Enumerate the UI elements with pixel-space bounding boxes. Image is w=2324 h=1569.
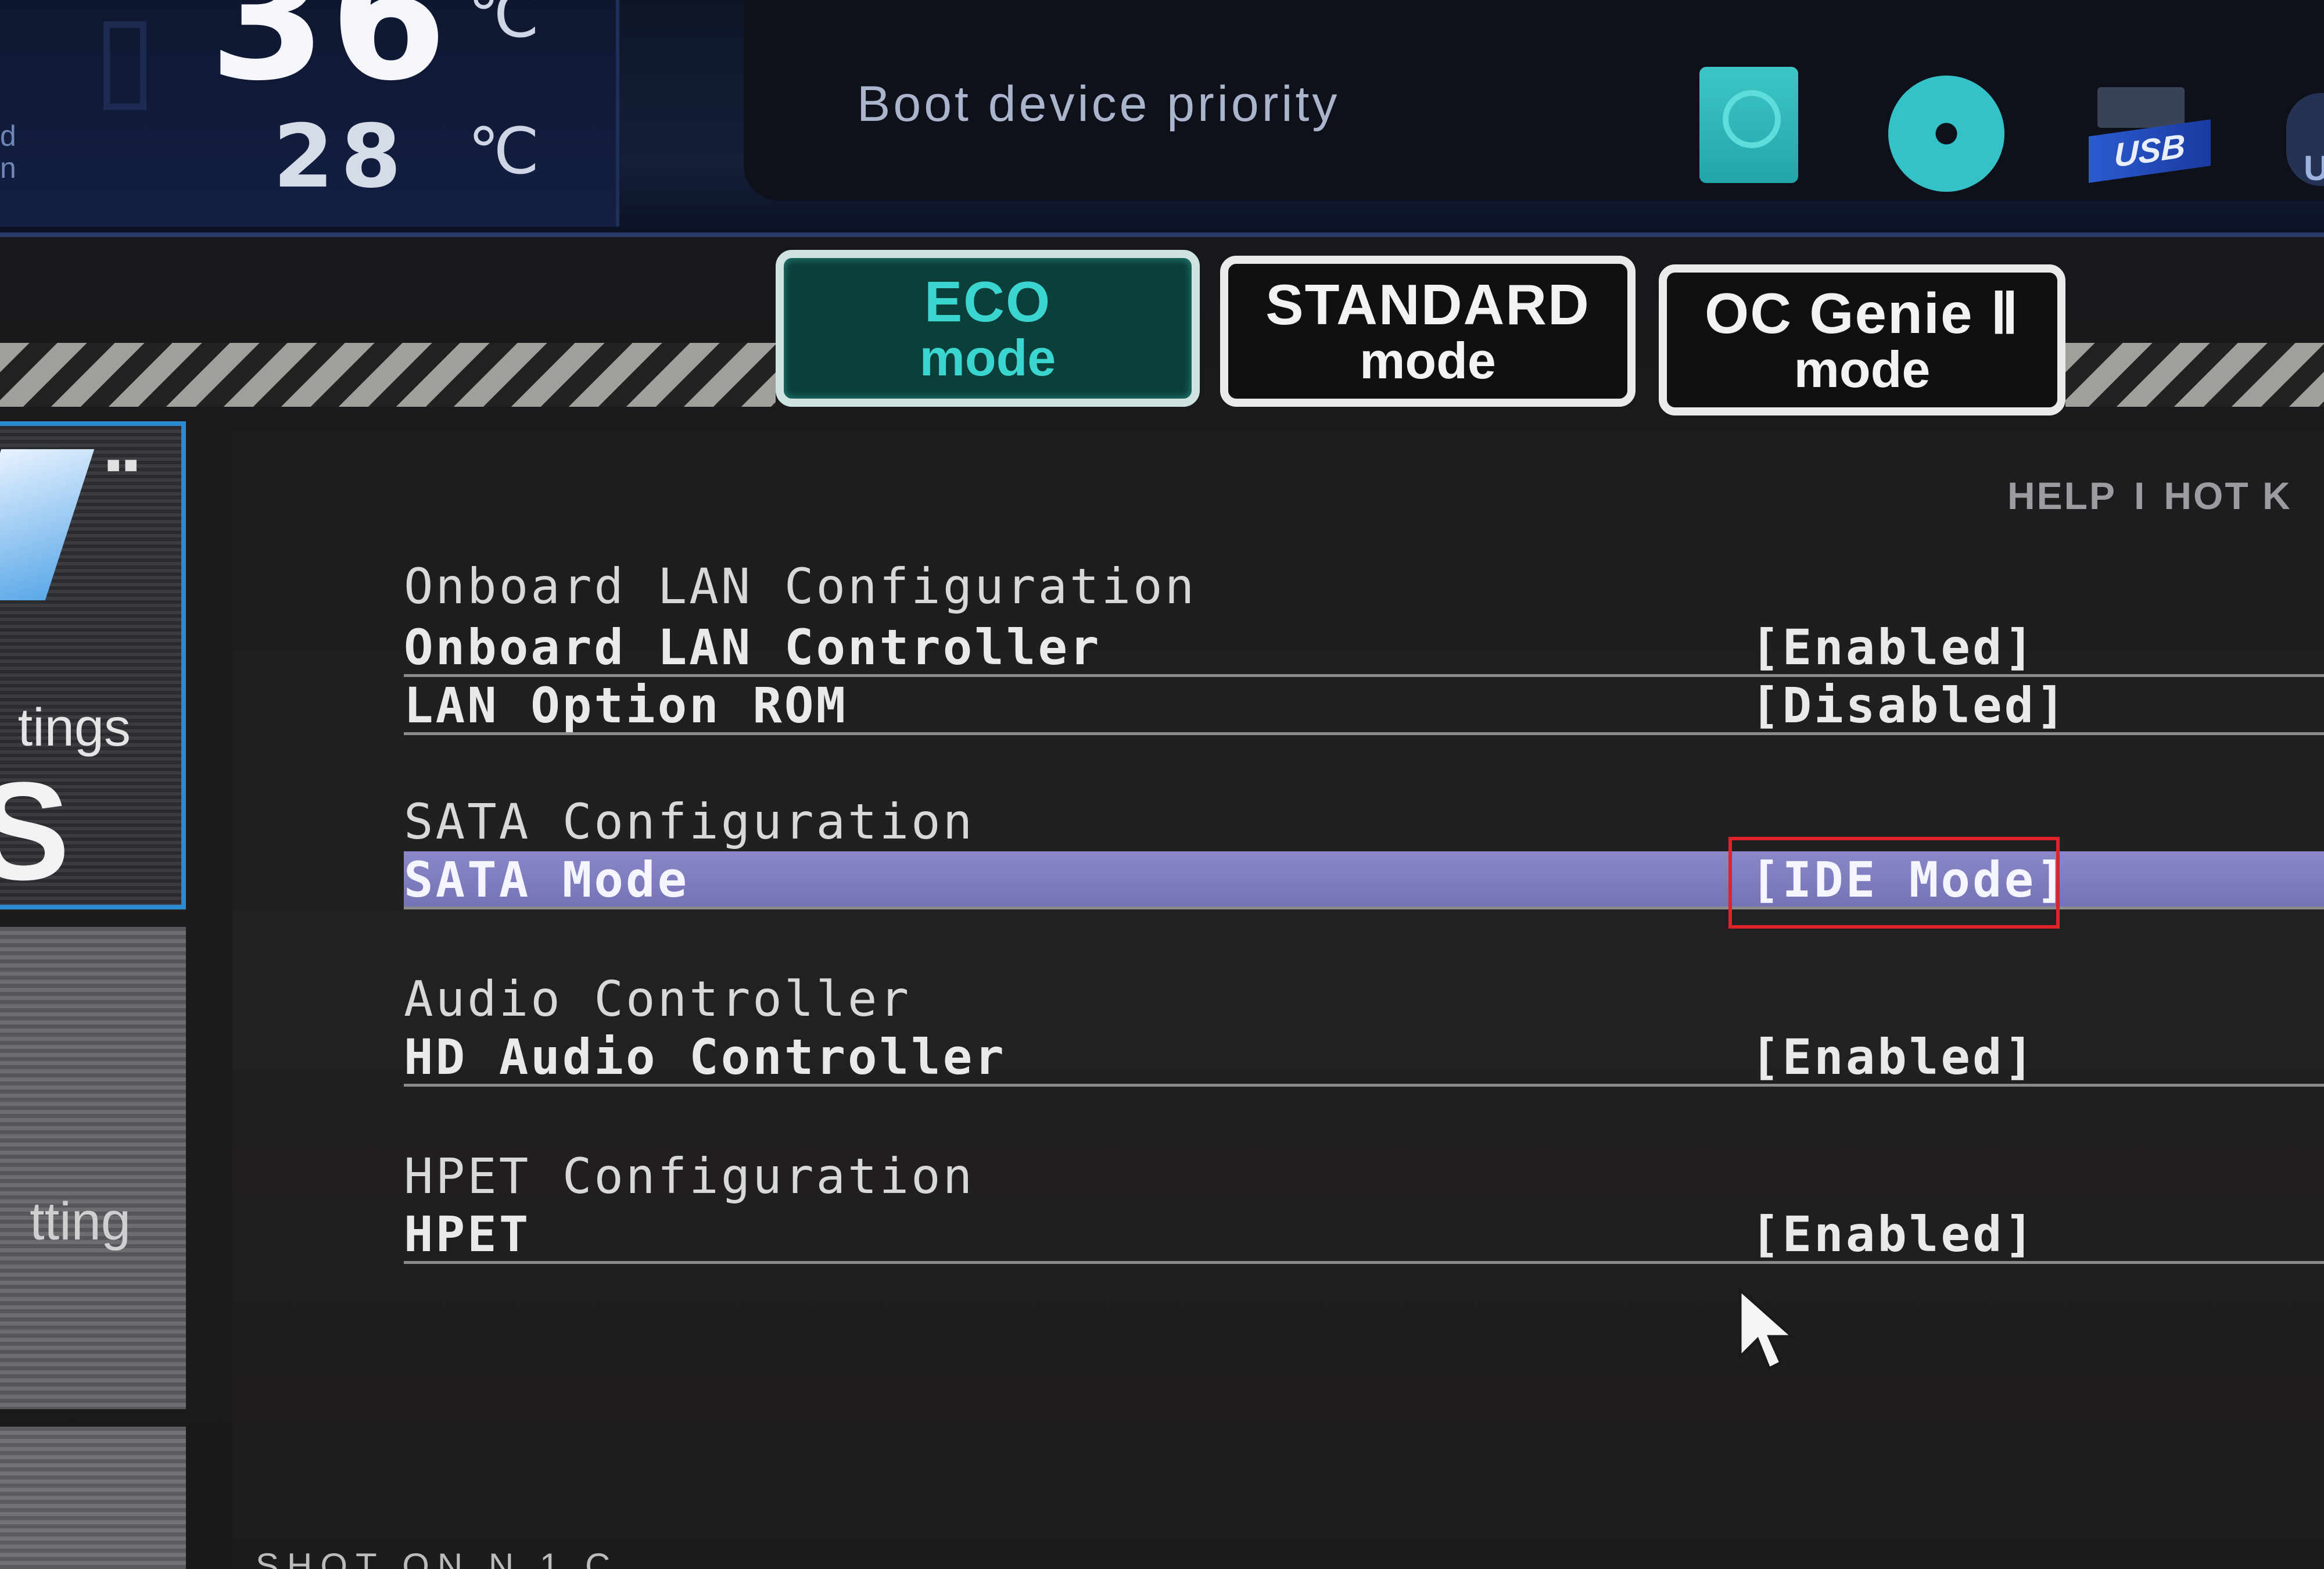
setting-label: LAN Option ROM (404, 677, 848, 734)
setting-value[interactable]: [Enabled] (1751, 1206, 2036, 1263)
standard-mode-sublabel: mode (1360, 332, 1496, 389)
setting-label: Onboard LAN Controller (404, 619, 1102, 676)
annotation-highlight-box (1728, 837, 2060, 929)
sidebar-item-settings-label: tings (17, 698, 131, 757)
eco-mode-button[interactable]: ECO mode (776, 250, 1200, 407)
row-divider (404, 732, 2324, 735)
standard-mode-button[interactable]: STANDARD mode (1220, 256, 1636, 407)
oc-genie-mode-button[interactable]: OC Genie Ⅱ mode (1659, 264, 2065, 415)
oc-genie-mode-sublabel: mode (1794, 341, 1931, 398)
eco-mode-label: ECO (924, 270, 1052, 334)
cpu-temperature: 36 (209, 0, 451, 118)
header-bar: d n ▯ 36 ℃ 28 ℃ Boot device priority USB… (0, 0, 2324, 237)
standard-mode-label: STANDARD (1265, 273, 1590, 336)
help-link[interactable]: HELP (2007, 474, 2117, 517)
hdd-icon[interactable] (1699, 67, 1798, 183)
optical-disc-icon[interactable] (1888, 76, 2004, 192)
section-title-onboard-lan: Onboard LAN Configuration (404, 558, 1197, 615)
setting-value[interactable]: [Enabled] (1751, 619, 2036, 676)
boot-priority-title: Boot device priority (857, 76, 1340, 132)
setting-value[interactable]: [Disabled] (1751, 677, 2068, 734)
temp-side-label-top: d (0, 120, 16, 152)
mouse-cursor-icon (1738, 1287, 1796, 1371)
mb-temperature: 28 (273, 106, 408, 207)
temp-ghost-digit: ▯ (93, 0, 157, 124)
bios-screen: d n ▯ 36 ℃ 28 ℃ Boot device priority USB… (0, 0, 2324, 1569)
row-divider (404, 1261, 2324, 1264)
setting-label: HPET (404, 1206, 531, 1263)
settings-logo-icon (0, 449, 95, 600)
section-title-hpet: HPET Configuration (404, 1148, 975, 1205)
cpu-temp-unit: ℃ (468, 0, 540, 52)
hotkey-link[interactable]: HOT K (2164, 474, 2291, 517)
setting-value[interactable]: [Enabled] (1751, 1029, 2036, 1086)
setting-row-hpet[interactable]: HPET [Enabled] (404, 1206, 2324, 1264)
setting-label: HD Audio Controller (404, 1029, 1006, 1086)
setting-row-hd-audio-controller[interactable]: HD Audio Controller [Enabled] (404, 1029, 2324, 1087)
sidebar-item-oc[interactable] (0, 927, 186, 1409)
setting-label: SATA Mode (404, 851, 690, 908)
setting-row-onboard-lan-controller[interactable]: Onboard LAN Controller [Enabled] (404, 619, 2324, 677)
help-hotkey-bar: HELP I HOT K (2007, 474, 2292, 518)
dots-icon: ▪▪ (105, 446, 140, 480)
sidebar-item-third[interactable] (0, 1427, 186, 1569)
usb-plug (2097, 87, 2185, 128)
usb-label: USB (2089, 119, 2211, 183)
hatch-decoration-left (0, 343, 776, 407)
mb-temp-unit: ℃ (468, 114, 540, 188)
sidebar-settings-big-letter: S (0, 753, 70, 909)
temp-side-label-bottom: n (0, 152, 16, 184)
hatch-decoration-right (2065, 343, 2324, 407)
sidebar-item-oc-label: tting (30, 1192, 131, 1251)
camera-watermark: SHOT ON N 1 C (256, 1546, 619, 1569)
section-title-sata: SATA Configuration (404, 793, 975, 850)
setting-row-lan-option-rom[interactable]: LAN Option ROM [Disabled] (404, 677, 2324, 735)
usb-icon[interactable]: USB (2089, 87, 2211, 183)
toolbar-separator: I (2134, 474, 2147, 517)
section-title-audio: Audio Controller (404, 970, 912, 1027)
row-divider (404, 1084, 2324, 1087)
temperature-panel: d n ▯ 36 ℃ 28 ℃ (0, 0, 619, 227)
oc-genie-mode-label: OC Genie Ⅱ (1704, 281, 2020, 345)
eco-mode-sublabel: mode (919, 329, 1056, 386)
